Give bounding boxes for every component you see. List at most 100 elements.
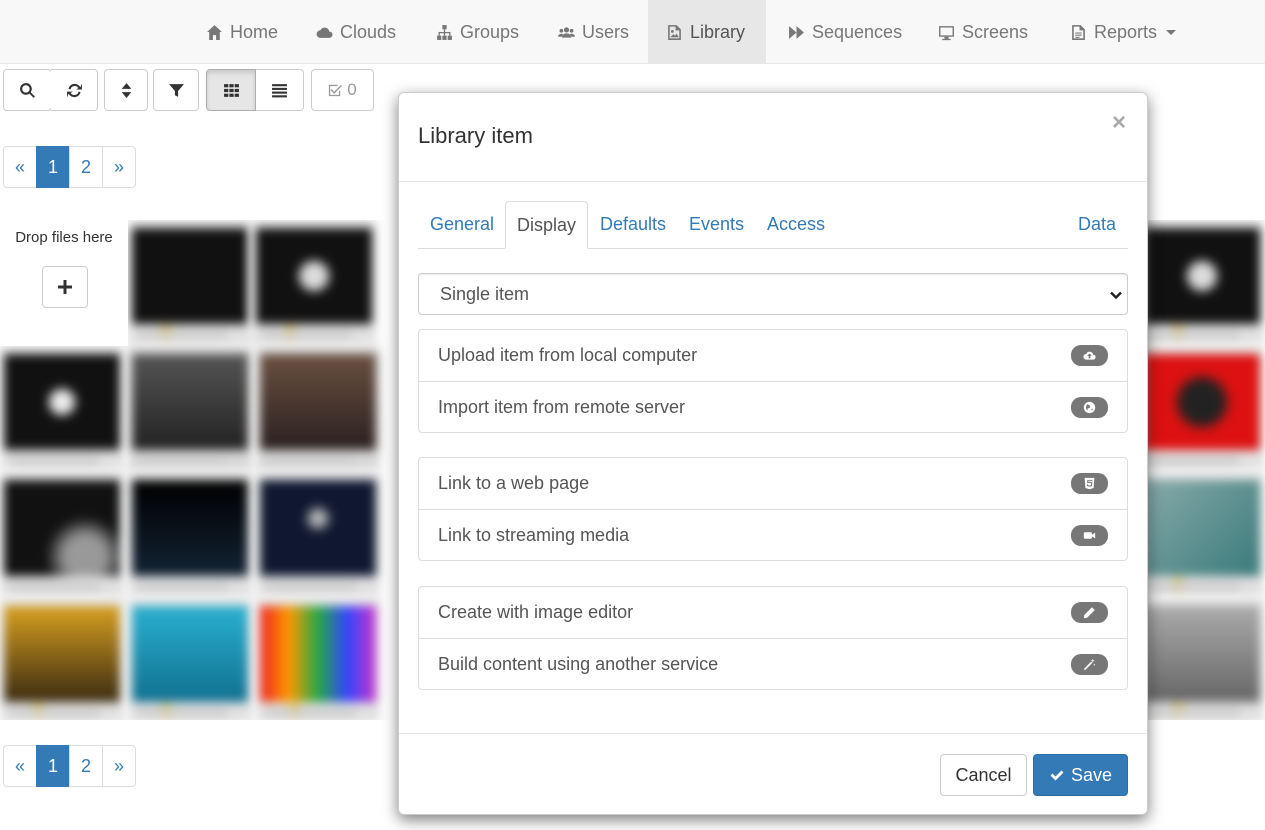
fast-forward-icon [789, 25, 804, 39]
drop-zone-label: Drop files here [15, 229, 113, 246]
sort-button[interactable] [104, 69, 148, 111]
modal-footer: Cancel Save [399, 733, 1147, 816]
chevron-down-icon [1166, 29, 1177, 35]
save-button[interactable]: Save [1033, 754, 1128, 796]
users-icon [558, 26, 575, 38]
library-thumbnail[interactable] [256, 346, 380, 470]
source-list-upload: Upload item from local computer Import i… [418, 329, 1128, 433]
pagination-next[interactable]: » [102, 146, 136, 188]
nav-home[interactable]: Home [188, 0, 296, 64]
nav-groups-label: Groups [460, 21, 520, 42]
home-icon [207, 24, 222, 40]
pagination-prev[interactable]: « [3, 146, 37, 188]
display-mode-value: Single item [440, 283, 530, 304]
build-other-service-item[interactable]: Build content using another service [419, 638, 1127, 689]
tab-data[interactable]: Data [1066, 201, 1128, 248]
pagination-prev[interactable]: « [3, 745, 37, 787]
nav-users-label: Users [582, 21, 630, 42]
display-mode-select[interactable]: Single item [418, 273, 1128, 315]
search-button[interactable] [3, 69, 52, 111]
nav-reports[interactable]: Reports [1052, 0, 1194, 64]
library-thumbnail[interactable] [128, 472, 252, 596]
pagination-next[interactable]: » [102, 745, 136, 787]
library-item-modal: Library item × General Display Defaults … [398, 92, 1148, 815]
tab-events[interactable]: Events [677, 201, 756, 248]
refresh-button[interactable] [51, 69, 98, 111]
import-remote-item[interactable]: Import item from remote server [419, 381, 1127, 432]
library-thumbnail[interactable] [1140, 346, 1264, 470]
pagination-page-1[interactable]: 1 [36, 745, 70, 787]
tab-access[interactable]: Access [755, 201, 837, 248]
library-thumbnail[interactable] [128, 346, 252, 470]
library-thumbnail[interactable] [1140, 220, 1264, 344]
pencil-icon [1071, 602, 1108, 623]
cancel-button[interactable]: Cancel [940, 754, 1027, 796]
grid-view-button[interactable] [206, 69, 256, 111]
library-thumbnail[interactable] [256, 472, 380, 596]
modal-header: Library item × [399, 93, 1147, 182]
add-item-button[interactable] [42, 266, 88, 308]
search-icon [20, 82, 35, 98]
top-navbar: Home Clouds Groups Users Library Sequenc… [0, 0, 1265, 64]
library-thumbnail[interactable] [0, 598, 124, 720]
selected-count: 0 [347, 80, 357, 99]
list-item-label: Build content using another service [438, 653, 719, 674]
pagination-page-1[interactable]: 1 [36, 146, 70, 188]
list-view-button[interactable] [256, 69, 304, 111]
filter-button[interactable] [153, 69, 199, 111]
chevron-down-icon [1110, 291, 1122, 300]
link-web-page-item[interactable]: Link to a web page [419, 458, 1127, 509]
sitemap-icon [437, 24, 452, 40]
filter-icon [168, 83, 184, 97]
nav-clouds[interactable]: Clouds [298, 0, 414, 64]
pagination-page-2[interactable]: 2 [69, 745, 103, 787]
source-list-links: Link to a web page Link to streaming med… [418, 457, 1128, 561]
save-label: Save [1070, 764, 1113, 785]
link-streaming-media-item[interactable]: Link to streaming media [419, 509, 1127, 560]
list-item-label: Create with image editor [438, 602, 634, 622]
nav-groups[interactable]: Groups [418, 0, 537, 64]
cloud-upload-icon [1071, 345, 1108, 366]
nav-screens[interactable]: Screens [920, 0, 1046, 64]
nav-reports-label: Reports [1094, 21, 1158, 42]
tab-display[interactable]: Display [505, 201, 589, 249]
modal-title: Library item [418, 123, 533, 148]
nav-library-label: Library [690, 21, 746, 42]
library-thumbnail[interactable] [1140, 598, 1264, 720]
file-image-icon [668, 24, 681, 40]
modal-tabs: General Display Defaults Events Access D… [418, 201, 1128, 249]
nav-clouds-label: Clouds [340, 21, 397, 42]
sort-icon [121, 82, 131, 98]
list-item-label: Link to streaming media [438, 524, 630, 545]
magic-wand-icon [1071, 654, 1108, 675]
drop-zone[interactable]: Drop files here [0, 220, 128, 346]
close-icon[interactable]: × [1112, 109, 1126, 137]
tab-defaults[interactable]: Defaults [588, 201, 678, 248]
grid-icon [223, 83, 239, 97]
selected-count-button[interactable]: 0 [311, 69, 374, 111]
nav-sequences[interactable]: Sequences [770, 0, 920, 64]
create-image-editor-item[interactable]: Create with image editor [419, 587, 1127, 638]
nav-users[interactable]: Users [540, 0, 647, 64]
library-thumbnail[interactable] [128, 598, 252, 720]
video-camera-icon [1071, 525, 1108, 546]
library-thumbnail[interactable] [252, 220, 376, 344]
upload-local-item[interactable]: Upload item from local computer [419, 330, 1127, 381]
checkbox-icon [329, 84, 343, 97]
plus-icon [58, 280, 72, 294]
library-thumbnail[interactable] [1140, 472, 1264, 596]
tab-general[interactable]: General [418, 201, 506, 248]
library-thumbnail[interactable] [0, 472, 124, 596]
check-icon [1050, 770, 1064, 781]
nav-library[interactable]: Library [648, 0, 766, 64]
list-icon [272, 83, 287, 97]
globe-icon [1071, 397, 1108, 418]
library-thumbnail[interactable] [256, 598, 380, 720]
library-thumbnail[interactable] [0, 346, 124, 470]
cloud-icon [316, 27, 333, 38]
pagination-page-2[interactable]: 2 [69, 146, 103, 188]
list-item-label: Import item from remote server [438, 396, 686, 417]
library-thumbnail[interactable] [128, 220, 252, 344]
nav-screens-label: Screens [962, 21, 1029, 42]
file-text-icon [1072, 24, 1085, 40]
